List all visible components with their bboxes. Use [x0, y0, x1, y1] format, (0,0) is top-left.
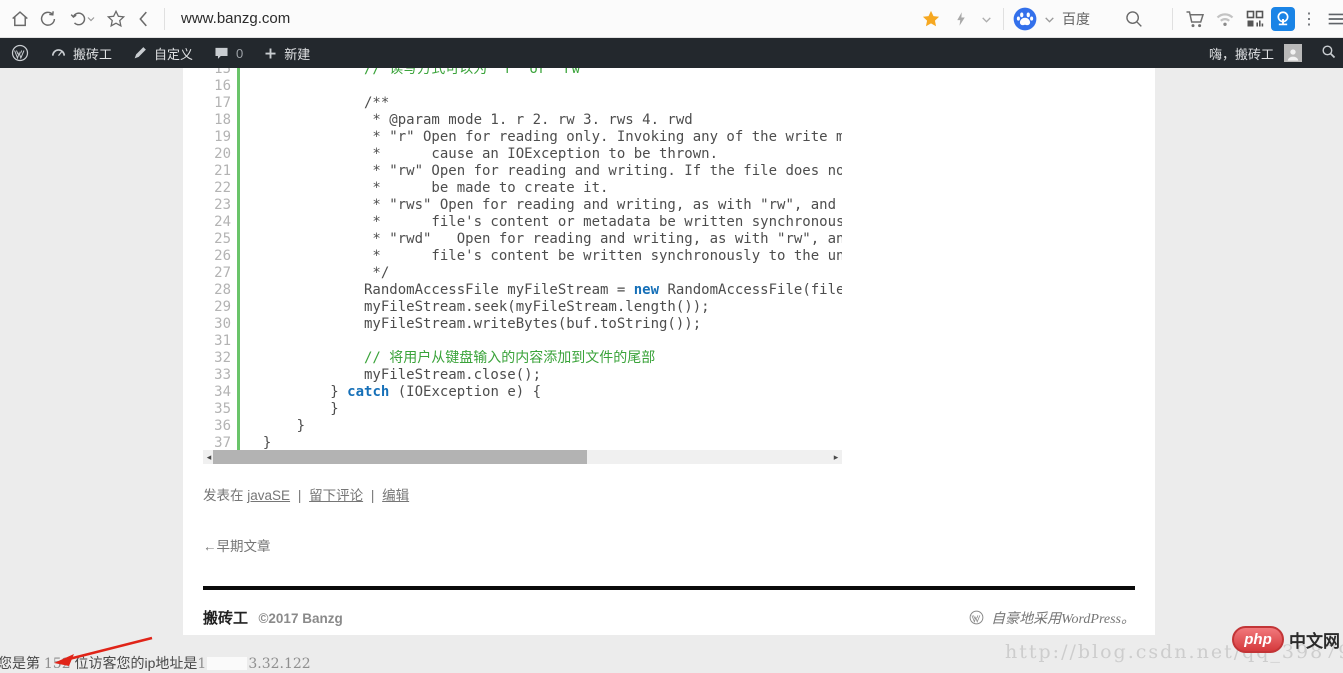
code-line: 34 } catch (IOException e) { — [203, 384, 842, 401]
chevron-down-icon[interactable] — [1040, 5, 1058, 33]
meta-separator: | — [298, 488, 302, 503]
code-line: 27 */ — [203, 265, 842, 282]
edit-link[interactable]: 编辑 — [382, 488, 409, 503]
search-icon[interactable] — [1120, 5, 1148, 33]
php-cn-label: 中文网 — [1289, 627, 1340, 652]
wp-admin-bar: 搬砖工 自定义 0 新建 嗨，搬砖工 — [0, 38, 1343, 68]
admin-bar-customize[interactable]: 自定义 — [122, 38, 203, 68]
kebab-menu-icon[interactable]: ⋮ — [1297, 9, 1321, 29]
red-annotation-arrow — [40, 630, 165, 673]
hamburger-menu-icon[interactable] — [1323, 5, 1343, 33]
page-background: 15 // 读写方式可以为 "r" or "rw"1617 /**18 * @p… — [0, 68, 1343, 673]
admin-bar-greeting[interactable]: 嗨，搬砖工 — [1209, 44, 1274, 63]
home-icon[interactable] — [6, 5, 34, 33]
code-line: 28 RandomAccessFile myFileStream = new R… — [203, 282, 842, 299]
bookmark-star-icon[interactable] — [102, 5, 130, 33]
code-line: 26 * file's content be written synchrono… — [203, 248, 842, 265]
comment-bubble-icon — [213, 45, 230, 62]
code-line: 20 * cause an IOException to be thrown. — [203, 146, 842, 163]
php-logo-pill: php — [1232, 626, 1284, 653]
code-lines: 15 // 读写方式可以为 "r" or "rw"1617 /**18 * @p… — [203, 68, 842, 450]
code-line: 22 * be made to create it. — [203, 180, 842, 197]
undo-icon[interactable] — [62, 5, 102, 33]
cart-icon[interactable] — [1181, 5, 1209, 33]
code-line: 24 * file's content or metadata be writt… — [203, 214, 842, 231]
dashboard-gauge-icon — [50, 45, 67, 62]
admin-bar-comments[interactable]: 0 — [203, 38, 253, 68]
code-line: 16 — [203, 78, 842, 95]
toolbar-divider — [1172, 8, 1173, 30]
baidu-icon[interactable] — [1012, 6, 1038, 32]
toolbar-divider — [164, 8, 165, 30]
code-line: 29 myFileStream.seek(myFileStream.length… — [203, 299, 842, 316]
comments-count: 0 — [236, 46, 243, 61]
avatar[interactable] — [1284, 44, 1302, 62]
category-link[interactable]: javaSE — [247, 488, 290, 503]
ip-start: 1 — [197, 656, 206, 672]
wordpress-icon — [968, 609, 985, 626]
admin-bar-customize-label: 自定义 — [154, 44, 193, 63]
visitor-prefix: 您是第 — [0, 655, 40, 671]
wifi-icon[interactable] — [1211, 5, 1239, 33]
admin-bar-new-label: 新建 — [284, 44, 310, 63]
plus-icon — [263, 46, 278, 61]
code-line: 37 } — [203, 435, 842, 450]
code-line: 25 * "rwd" Open for reading and writing,… — [203, 231, 842, 248]
wp-logo-menu[interactable] — [0, 38, 40, 68]
site-footer: 搬砖工 ©2017 Banzg 自豪地采用WordPress。 — [203, 586, 1135, 628]
ip-end: 3.32.122 — [248, 656, 310, 672]
chevron-down-icon — [85, 13, 97, 25]
browser-toolbar: www.banzg.com — [0, 0, 1343, 38]
code-line: 32 // 将用户从键盘输入的内容添加到文件的尾部 — [203, 350, 842, 367]
code-block: 15 // 读写方式可以为 "r" or "rw"1617 /**18 * @p… — [203, 68, 842, 464]
post-content-panel: 15 // 读写方式可以为 "r" or "rw"1617 /**18 * @p… — [183, 68, 1155, 635]
code-line: 36 } — [203, 418, 842, 435]
admin-bar-site-menu[interactable]: 搬砖工 — [40, 38, 122, 68]
footer-copyright: ©2017 Banzg — [258, 611, 342, 626]
code-horizontal-scrollbar[interactable]: ◂ ▸ — [203, 450, 842, 464]
code-line: 19 * "r" Open for reading only. Invoking… — [203, 129, 842, 146]
search-engine-label[interactable]: 百度 — [1062, 9, 1090, 29]
favorite-star-filled-icon[interactable] — [917, 5, 945, 33]
code-line: 21 * "rw" Open for reading and writing. … — [203, 163, 842, 180]
posted-in-label: 发表在 — [203, 488, 244, 503]
scrollbar-thumb[interactable] — [213, 450, 587, 464]
ip-obscured-box — [207, 657, 247, 670]
post-meta-line: 发表在 javaSE | 留下评论 | 编辑 — [203, 484, 1155, 504]
address-bar[interactable]: www.banzg.com — [181, 10, 290, 27]
code-line: 15 // 读写方式可以为 "r" or "rw" — [203, 68, 842, 78]
railway-12306-icon[interactable] — [1271, 7, 1295, 31]
admin-bar-new[interactable]: 新建 — [253, 38, 320, 68]
footer-site-name[interactable]: 搬砖工 — [203, 610, 248, 627]
chevron-down-icon[interactable] — [977, 5, 995, 33]
flash-icon[interactable] — [947, 5, 975, 33]
apps-grid-icon[interactable] — [1241, 5, 1269, 33]
code-line: 23 * "rws" Open for reading and writing,… — [203, 197, 842, 214]
code-line: 30 myFileStream.writeBytes(buf.toString(… — [203, 316, 842, 333]
meta-separator: | — [371, 488, 375, 503]
code-line: 33 myFileStream.close(); — [203, 367, 842, 384]
footer-wp-credit: 自豪地采用WordPress。 — [968, 608, 1135, 628]
code-line: 35 } — [203, 401, 842, 418]
code-line: 18 * @param mode 1. r 2. rw 3. rws 4. rw… — [203, 112, 842, 129]
scroll-right-arrow-icon[interactable]: ▸ — [830, 450, 842, 464]
wordpress-icon — [10, 43, 30, 63]
leave-comment-link[interactable]: 留下评论 — [309, 488, 363, 503]
php-cn-logo: php 中文网 — [1232, 626, 1340, 653]
admin-search-icon[interactable] — [1320, 43, 1337, 63]
older-posts-link[interactable]: ←早期文章 — [203, 535, 271, 555]
back-icon[interactable] — [130, 5, 158, 33]
paintbrush-icon — [132, 45, 148, 61]
wp-credit-text[interactable]: 自豪地采用WordPress。 — [991, 608, 1135, 628]
code-line: 31 — [203, 333, 842, 350]
admin-bar-site-name: 搬砖工 — [73, 44, 112, 63]
toolbar-divider — [1003, 8, 1004, 30]
footer-left: 搬砖工 ©2017 Banzg — [203, 607, 343, 628]
refresh-icon[interactable] — [34, 5, 62, 33]
code-line: 17 /** — [203, 95, 842, 112]
